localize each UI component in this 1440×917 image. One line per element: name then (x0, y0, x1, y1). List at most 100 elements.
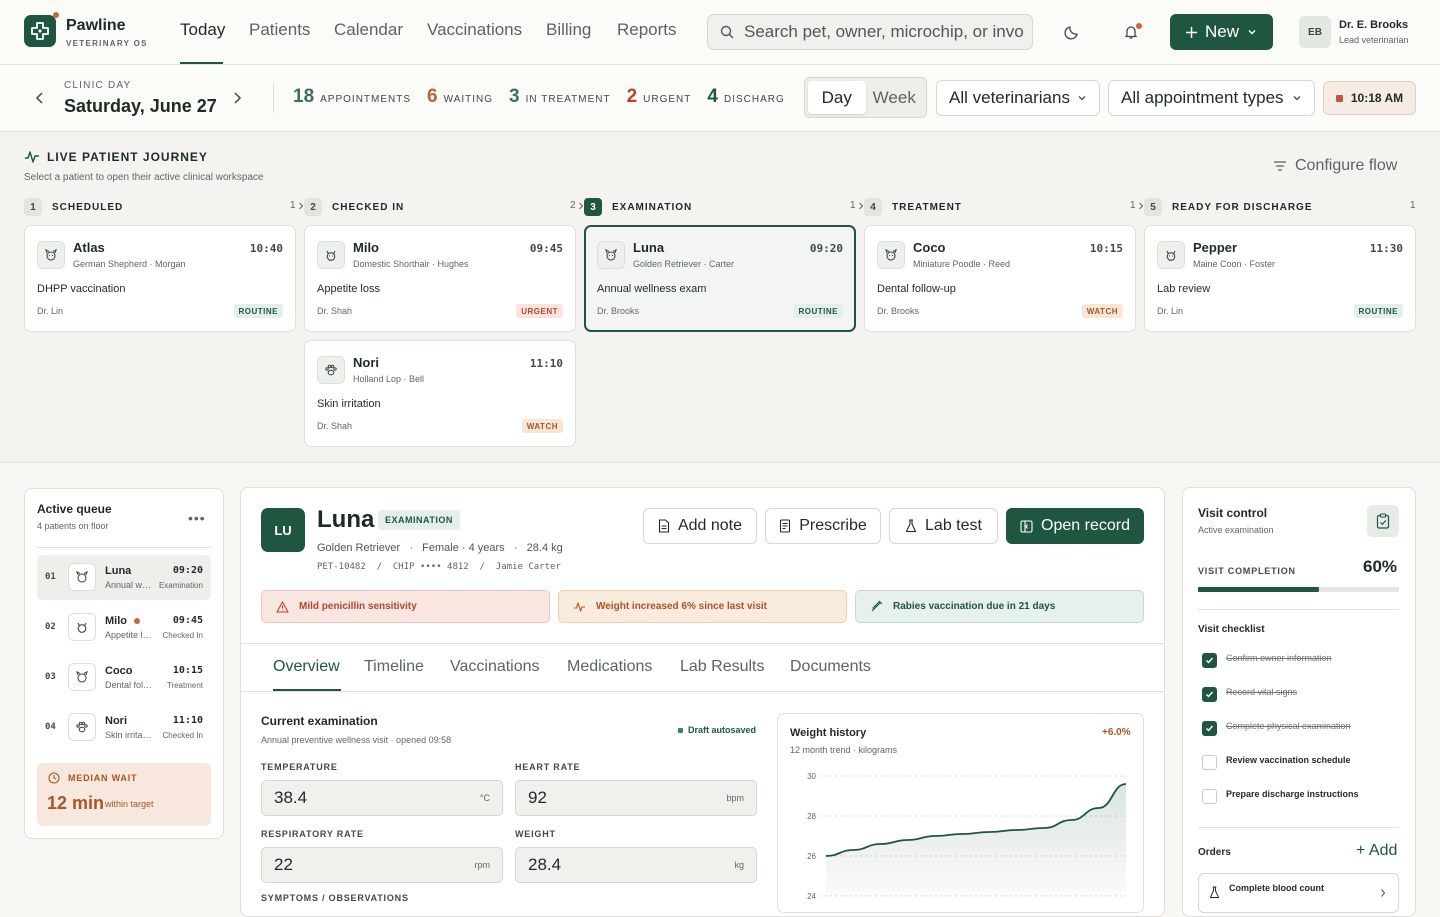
moon-icon (1064, 26, 1078, 40)
visit-control-title: Visit control (1198, 506, 1268, 520)
queue-time: 09:20 (172, 565, 203, 576)
tab-documents[interactable]: Documents (790, 658, 871, 676)
queue-row-nori[interactable]: 04 Nori Skin irritation 11:10 Checked In (37, 705, 211, 750)
view-week-button[interactable]: Week (866, 81, 924, 114)
temperature-field[interactable]: 38.4 °C (261, 780, 503, 816)
patient-card-coco[interactable]: Coco Miniature Poodle · Reed 10:15 Denta… (864, 225, 1136, 332)
respiratory-rate-field[interactable]: 22 rpm (261, 847, 503, 883)
add-note-button[interactable]: Add note (643, 508, 757, 544)
view-day-button[interactable]: Day (808, 81, 866, 114)
notification-dot (1136, 23, 1142, 29)
tab-overview[interactable]: Overview (273, 658, 340, 676)
chevron-left-icon (35, 92, 43, 104)
prescribe-button[interactable]: Prescribe (765, 508, 881, 544)
nav-today[interactable]: Today (180, 20, 225, 40)
veterinarian-filter[interactable]: All veterinarians (936, 80, 1100, 116)
order-label: Complete blood count (1229, 883, 1324, 893)
queue-subtitle: 4 patients on floor (37, 521, 109, 531)
clock-icon (48, 772, 60, 784)
median-wait-card: MEDIAN WAIT 12 min within target (37, 763, 211, 826)
prescription-icon (780, 519, 791, 533)
pulse-icon (574, 601, 585, 612)
column-number: 4 (864, 198, 882, 216)
order-item[interactable]: Complete blood count (1198, 873, 1399, 913)
queue-number: 04 (45, 722, 56, 732)
chart-subtitle: 12 month trend · kilograms (790, 745, 898, 755)
stat-label: APPOINTMENTS (320, 94, 412, 105)
queue-time: 10:15 (172, 665, 203, 676)
check-icon (1206, 691, 1214, 698)
brand: Pawline VETERINARY OS (66, 17, 148, 49)
patient-name: Milo (353, 240, 379, 255)
more-options-icon[interactable]: ••• (188, 510, 206, 526)
user-avatar[interactable]: EB (1299, 16, 1331, 48)
stat-label: WAITING (443, 94, 494, 105)
patient-name: Pepper (1193, 240, 1238, 255)
nav-reports[interactable]: Reports (617, 20, 677, 40)
checkbox-confirm-owner[interactable] (1202, 653, 1217, 668)
y-tick-label: 30 (807, 772, 816, 781)
queue-row-coco[interactable]: 03 Coco Dental follow-up 10:15 Treatment (37, 655, 211, 700)
previous-day-button[interactable] (32, 90, 48, 106)
patient-card-luna[interactable]: Luna Golden Retriever · Carter 09:20 Ann… (584, 225, 856, 332)
median-wait-label: MEDIAN WAIT (68, 773, 138, 783)
heart-rate-field[interactable]: 92 bpm (515, 780, 757, 816)
search-input[interactable] (744, 22, 1024, 42)
nav-billing[interactable]: Billing (546, 20, 591, 40)
open-record-button[interactable]: Open record (1006, 508, 1144, 544)
dark-mode-toggle[interactable] (1060, 20, 1084, 44)
column-checked-in: 2 CHECKED IN (304, 197, 404, 217)
weight-label: WEIGHT (515, 829, 556, 839)
nav-patients[interactable]: Patients (249, 20, 310, 40)
appointment-type-filter[interactable]: All appointment types (1108, 80, 1315, 116)
lab-test-button[interactable]: Lab test (889, 508, 998, 544)
column-name: CHECKED IN (332, 201, 405, 213)
heart-rate-unit: bpm (726, 793, 744, 803)
patient-card-milo[interactable]: Milo Domestic Shorthair · Hughes 09:45 A… (304, 225, 576, 332)
clipboard-icon[interactable] (1367, 505, 1399, 537)
checkbox-vital-signs[interactable] (1202, 687, 1217, 702)
journey-title: LIVE PATIENT JOURNEY (47, 150, 208, 164)
clock-time: 10:18 AM (1350, 91, 1404, 105)
new-button[interactable]: New (1170, 14, 1273, 50)
chevron-down-icon (1248, 30, 1256, 35)
stat-waiting: 6 WAITING (427, 86, 493, 108)
patient-card-nori[interactable]: Nori Holland Lop · Bell 11:10 Skin irrit… (304, 340, 576, 447)
checkbox-vaccination-schedule[interactable] (1202, 755, 1217, 770)
patient-breed-owner: Golden Retriever · Carter (633, 259, 735, 269)
configure-flow-button[interactable]: Configure flow (1273, 157, 1397, 175)
temperature-unit: °C (479, 793, 490, 803)
patient-card-pepper[interactable]: Pepper Maine Coon · Foster 11:30 Lab rev… (1144, 225, 1416, 332)
queue-row-milo[interactable]: 02 Milo Appetite loss 09:45 Checked In (37, 605, 211, 650)
checkbox-physical-exam[interactable] (1202, 721, 1217, 736)
patient-name: Nori (353, 355, 379, 370)
brand-name: Pawline (66, 17, 126, 34)
logo-accent (53, 12, 59, 18)
tab-vaccinations[interactable]: Vaccinations (450, 658, 540, 676)
queue-row-luna[interactable]: 01 Luna Annual wellness exam 09:20 Exami… (37, 555, 211, 600)
add-order-button[interactable]: + Add (1356, 842, 1397, 860)
lab-test-label: Lab test (925, 517, 982, 534)
tab-timeline[interactable]: Timeline (364, 658, 424, 676)
weight-alert-text: Weight increased 6% since last visit (596, 601, 767, 612)
stat-appointments: 18 APPOINTMENTS (293, 86, 411, 108)
nav-vaccinations[interactable]: Vaccinations (427, 20, 522, 40)
note-icon (658, 519, 670, 533)
stat-urgent: 2 URGENT (627, 86, 692, 108)
exam-title: Current examination (261, 714, 378, 728)
veterinarian-filter-value: All veterinarians (949, 88, 1070, 107)
tab-medications[interactable]: Medications (567, 658, 652, 676)
appointment-type-value: All appointment types (1121, 88, 1284, 107)
assigned-vet: Dr. Brooks (877, 306, 920, 316)
nav-calendar[interactable]: Calendar (334, 20, 403, 40)
divider (1198, 827, 1399, 828)
checkbox-discharge-instructions[interactable] (1202, 789, 1217, 804)
next-day-button[interactable] (229, 90, 245, 106)
priority-badge: ROUTINE (1353, 304, 1403, 318)
weight-field[interactable]: 28.4 kg (515, 847, 757, 883)
filter-icon (1274, 161, 1286, 171)
tab-lab-results[interactable]: Lab Results (680, 658, 765, 676)
visit-control-subtitle: Active examination (1198, 525, 1274, 535)
search-box[interactable] (707, 14, 1033, 50)
patient-card-atlas[interactable]: Atlas German Shepherd · Morgan 10:40 DHP… (24, 225, 296, 332)
